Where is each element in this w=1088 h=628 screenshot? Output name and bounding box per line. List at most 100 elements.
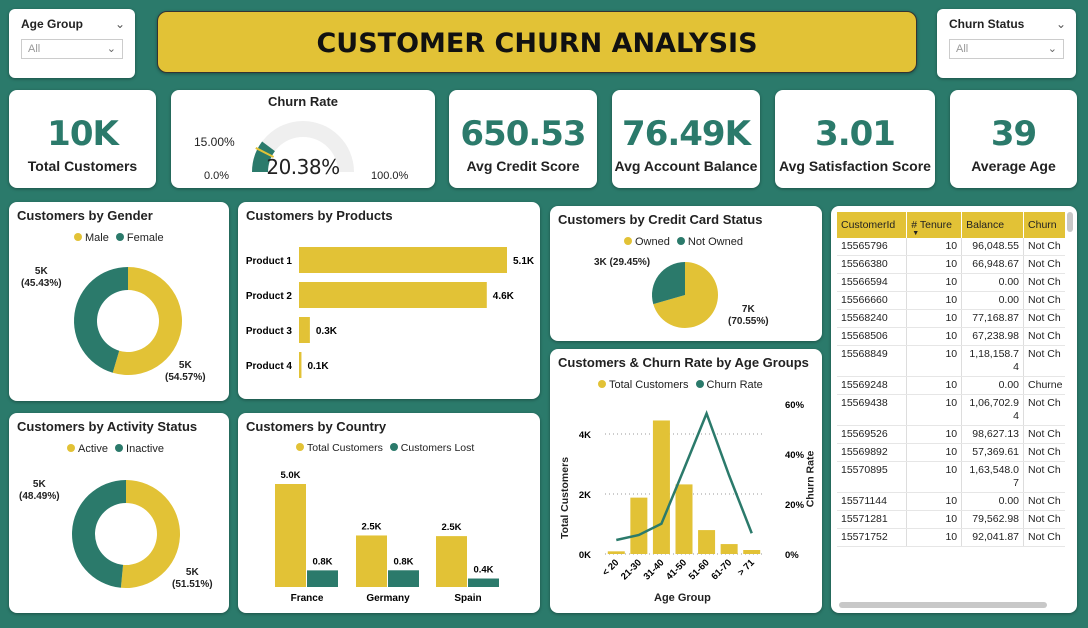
cell-customerid: 15568506 <box>837 327 908 346</box>
bar-germany-customers-lost[interactable] <box>388 570 419 587</box>
x-tick-label: 51-60 <box>687 557 712 582</box>
churn-status-slicer[interactable]: Churn Status ⌄ All ⌄ <box>937 9 1076 78</box>
age-group-slicer[interactable]: Age Group ⌄ All ⌄ <box>9 9 135 78</box>
cell-balance: 57,369.61 <box>961 443 1025 462</box>
age-group-value: All <box>28 43 41 55</box>
bar-age-2[interactable] <box>652 420 670 554</box>
x-tick-label: > 71 <box>736 557 758 579</box>
vertical-scrollbar[interactable] <box>1067 212 1073 232</box>
table-row[interactable]: 15569438 10 1,06,702.9 4 Not Ch <box>837 394 1065 426</box>
table-row[interactable]: 15571752 10 92,041.87 Not Ch <box>837 528 1065 547</box>
kpi-value: 10K <box>47 114 119 154</box>
data-label: 0.8K <box>312 556 332 567</box>
bar-age-1[interactable] <box>630 497 648 554</box>
cell-customerid: 15571281 <box>837 510 908 529</box>
bar-age-4[interactable] <box>698 530 716 554</box>
cell-balance: 92,041.87 <box>961 528 1025 547</box>
table-row[interactable]: 15569526 10 98,627.13 Not Ch <box>837 425 1065 444</box>
dropdown-arrow-icon: ⌄ <box>106 43 116 55</box>
churn-status-value: All <box>956 43 969 55</box>
products-chart-card: Customers by Products Product 1 5.1K Produ… <box>238 202 540 399</box>
kpi-label: Average Age <box>971 158 1056 174</box>
table-row[interactable]: 15571281 10 79,562.98 Not Ch <box>837 510 1065 529</box>
data-label-pct: (48.49%) <box>19 491 60 502</box>
page-title: CUSTOMER CHURN ANALYSIS <box>316 28 758 59</box>
cell-balance: 0.00 <box>961 376 1025 395</box>
cell-tenure: 10 <box>906 443 963 462</box>
cell-churn: Not Ch <box>1023 273 1065 292</box>
customer-table-wrap[interactable]: CustomerId # Tenure ▼ Balance Churn 15565… <box>837 212 1065 602</box>
bar-product-4[interactable] <box>299 352 302 378</box>
y-tick-label: 0K <box>579 550 591 561</box>
table-row[interactable]: 15566594 10 0.00 Not Ch <box>837 273 1065 292</box>
data-label-pct: (70.55%) <box>728 316 769 327</box>
bar-age-5[interactable] <box>720 544 738 554</box>
bar-france-total-customers[interactable] <box>275 484 306 587</box>
y2-tick-label: 0% <box>785 550 799 561</box>
bar-product-3[interactable] <box>299 317 310 343</box>
column-header-tenure[interactable]: # Tenure ▼ <box>906 212 963 238</box>
cell-tenure: 10 <box>906 492 963 511</box>
cell-churn: Not Ch <box>1023 238 1065 256</box>
dropdown-arrow-icon: ⌄ <box>1047 43 1057 55</box>
credit-card-pie <box>652 262 718 328</box>
cell-customerid: 15569892 <box>837 443 908 462</box>
table-row[interactable]: 15570895 10 1,63,548.0 7 Not Ch <box>837 461 1065 493</box>
data-label: 0.1K <box>307 361 329 372</box>
table-row[interactable]: 15566660 10 0.00 Not Ch <box>837 291 1065 310</box>
chevron-down-icon[interactable]: ⌄ <box>1056 17 1066 31</box>
bar-spain-total-customers[interactable] <box>436 536 467 587</box>
y2-axis-title: Churn Rate <box>804 450 817 508</box>
bar-spain-customers-lost[interactable] <box>468 578 499 587</box>
cell-customerid: 15571752 <box>837 528 908 547</box>
table-row[interactable]: 15569892 10 57,369.61 Not Ch <box>837 443 1065 462</box>
table-row[interactable]: 15566380 10 66,948.67 Not Ch <box>837 255 1065 274</box>
cell-balance: 96,048.55 <box>961 238 1025 256</box>
table-row[interactable]: 15565796 10 96,048.55 Not Ch <box>837 238 1065 256</box>
data-label-pct: (45.43%) <box>21 278 62 289</box>
cell-balance: 67,238.98 <box>961 327 1025 346</box>
y-tick-label: 2K <box>579 490 591 501</box>
column-header-balance[interactable]: Balance <box>961 212 1025 238</box>
cell-customerid: 15566380 <box>837 255 908 274</box>
cell-churn: Not Ch <box>1023 528 1065 547</box>
cell-tenure: 10 <box>906 461 963 493</box>
data-label: 5K (51.51%) <box>172 567 213 591</box>
column-header-churn[interactable]: Churn <box>1023 212 1065 238</box>
bar-france-customers-lost[interactable] <box>307 570 338 587</box>
x-tick-label: 31-40 <box>642 557 667 582</box>
column-header-customerid[interactable]: CustomerId <box>837 212 908 238</box>
bar-product-1[interactable] <box>299 247 507 273</box>
age-group-dropdown[interactable]: All ⌄ <box>21 39 123 59</box>
cell-churn: Not Ch <box>1023 255 1065 274</box>
bar-age-0[interactable] <box>607 551 625 554</box>
data-label-count: 7K <box>741 304 755 315</box>
cell-customerid: 15565796 <box>837 238 908 256</box>
cell-balance: 1,63,548.0 7 <box>961 461 1025 493</box>
bar-germany-total-customers[interactable] <box>356 535 387 587</box>
bar-age-6[interactable] <box>743 550 761 554</box>
bar-product-2[interactable] <box>299 282 487 308</box>
table-row[interactable]: 15568506 10 67,238.98 Not Ch <box>837 327 1065 346</box>
kpi-avg-account-balance: 76.49K Avg Account Balance <box>612 90 760 188</box>
category-label: Spain <box>454 593 481 604</box>
chevron-down-icon[interactable]: ⌄ <box>115 17 125 31</box>
bar-age-3[interactable] <box>675 484 693 554</box>
table-row[interactable]: 15568849 10 1,18,158.7 4 Not Ch <box>837 345 1065 377</box>
table-row[interactable]: 15571144 10 0.00 Not Ch <box>837 492 1065 511</box>
kpi-value: 39 <box>990 114 1037 154</box>
category-label: Product 2 <box>246 291 293 302</box>
churn-status-dropdown[interactable]: All ⌄ <box>949 39 1064 59</box>
kpi-avg-satisfaction-score: 3.01 Avg Satisfaction Score <box>775 90 935 188</box>
data-label: 2.5K <box>361 521 381 532</box>
age-group-slicer-label: Age Group <box>21 17 83 31</box>
slice-inactive[interactable] <box>71 480 126 588</box>
customer-table-card: CustomerId # Tenure ▼ Balance Churn 15565… <box>831 206 1077 613</box>
horizontal-scrollbar[interactable] <box>839 602 1047 608</box>
kpi-label: Avg Credit Score <box>466 158 580 174</box>
cell-churn: Not Ch <box>1023 291 1065 310</box>
table-row[interactable]: 15569248 10 0.00 Churne <box>837 376 1065 395</box>
y2-tick-label: 20% <box>785 500 805 511</box>
cell-churn: Not Ch <box>1023 394 1065 426</box>
table-row[interactable]: 15568240 10 77,168.87 Not Ch <box>837 309 1065 328</box>
